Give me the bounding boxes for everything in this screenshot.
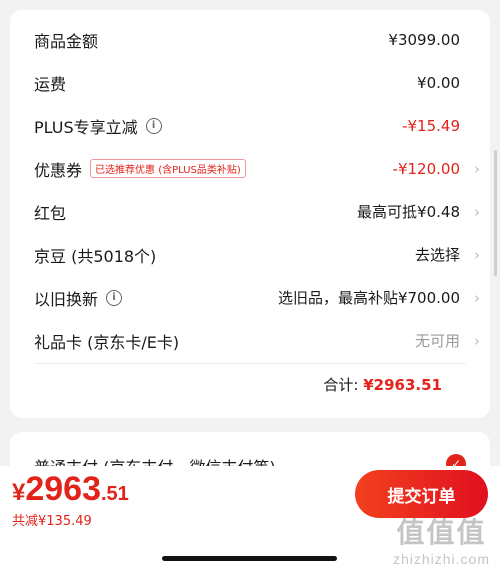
red-packet-value: 最高可抵¥0.48 xyxy=(357,203,460,221)
info-icon[interactable]: i xyxy=(106,289,123,306)
order-total: 合计: ¥2963.51 xyxy=(323,374,442,395)
pay-amount: ¥2963.51 xyxy=(12,470,129,509)
coupon-badge: 已选推荐优惠 (含PLUS品类补贴) xyxy=(90,159,246,178)
watermark-url: zhizhizhi.com xyxy=(392,551,490,567)
price-decimal: .51 xyxy=(101,483,129,505)
row-red-packet[interactable]: 红包 最高可抵¥0.48 › xyxy=(34,190,480,233)
chevron-right-icon[interactable]: › xyxy=(474,332,480,350)
currency-symbol: ¥ xyxy=(12,479,26,506)
chevron-right-icon[interactable]: › xyxy=(474,160,480,178)
total-value: ¥2963.51 xyxy=(363,376,442,394)
chevron-right-icon[interactable]: › xyxy=(474,289,480,307)
jingdou-label: 京豆 (共5018个) xyxy=(34,246,157,266)
row-plus-discount: PLUS专享立减 i -¥15.49 xyxy=(34,104,460,147)
watermark: 值值值 zhizhizhi.com xyxy=(393,511,490,567)
row-trade-in[interactable]: 以旧换新 i 选旧品，最高补贴¥700.00 › xyxy=(34,276,480,319)
plus-discount-label: PLUS专享立减 xyxy=(34,117,138,137)
plus-discount-value: -¥15.49 xyxy=(402,116,460,135)
info-icon[interactable]: i xyxy=(145,117,162,134)
row-shipping: 运费 ¥0.00 xyxy=(34,61,460,104)
goods-amount-value: ¥3099.00 xyxy=(388,30,460,49)
gift-card-label: 礼品卡 (京东卡/E卡) xyxy=(34,332,180,352)
coupon-label: 优惠券 xyxy=(34,160,83,180)
shipping-label: 运费 xyxy=(34,74,67,94)
jingdou-value: 去选择 xyxy=(414,246,460,264)
total-saved: 共减¥135.49 xyxy=(12,514,92,529)
red-packet-label: 红包 xyxy=(34,203,67,223)
row-gift-card[interactable]: 礼品卡 (京东卡/E卡) 无可用 › xyxy=(34,319,480,362)
chevron-right-icon[interactable]: › xyxy=(474,203,480,221)
row-coupon[interactable]: 优惠券 已选推荐优惠 (含PLUS品类补贴) -¥120.00 › xyxy=(34,147,480,190)
price-integer: 2963 xyxy=(25,470,101,508)
trade-in-label: 以旧换新 xyxy=(34,289,99,309)
gift-card-value: 无可用 xyxy=(414,332,460,350)
watermark-logo: 值值值 xyxy=(396,517,487,548)
row-jingdou[interactable]: 京豆 (共5018个) 去选择 › xyxy=(34,233,480,276)
total-label: 合计: xyxy=(323,376,359,394)
coupon-value: -¥120.00 xyxy=(392,159,460,178)
row-goods-amount: 商品金额 ¥3099.00 xyxy=(34,18,460,61)
trade-in-value: 选旧品，最高补贴¥700.00 xyxy=(277,289,460,307)
scrollbar[interactable] xyxy=(494,150,497,276)
divider xyxy=(34,363,466,364)
shipping-value: ¥0.00 xyxy=(417,73,460,92)
home-indicator xyxy=(162,556,337,561)
chevron-right-icon[interactable]: › xyxy=(474,246,480,264)
goods-amount-label: 商品金额 xyxy=(34,31,99,51)
order-summary-card: 商品金额 ¥3099.00 运费 ¥0.00 PLUS专享立减 i -¥15.4… xyxy=(10,10,490,418)
